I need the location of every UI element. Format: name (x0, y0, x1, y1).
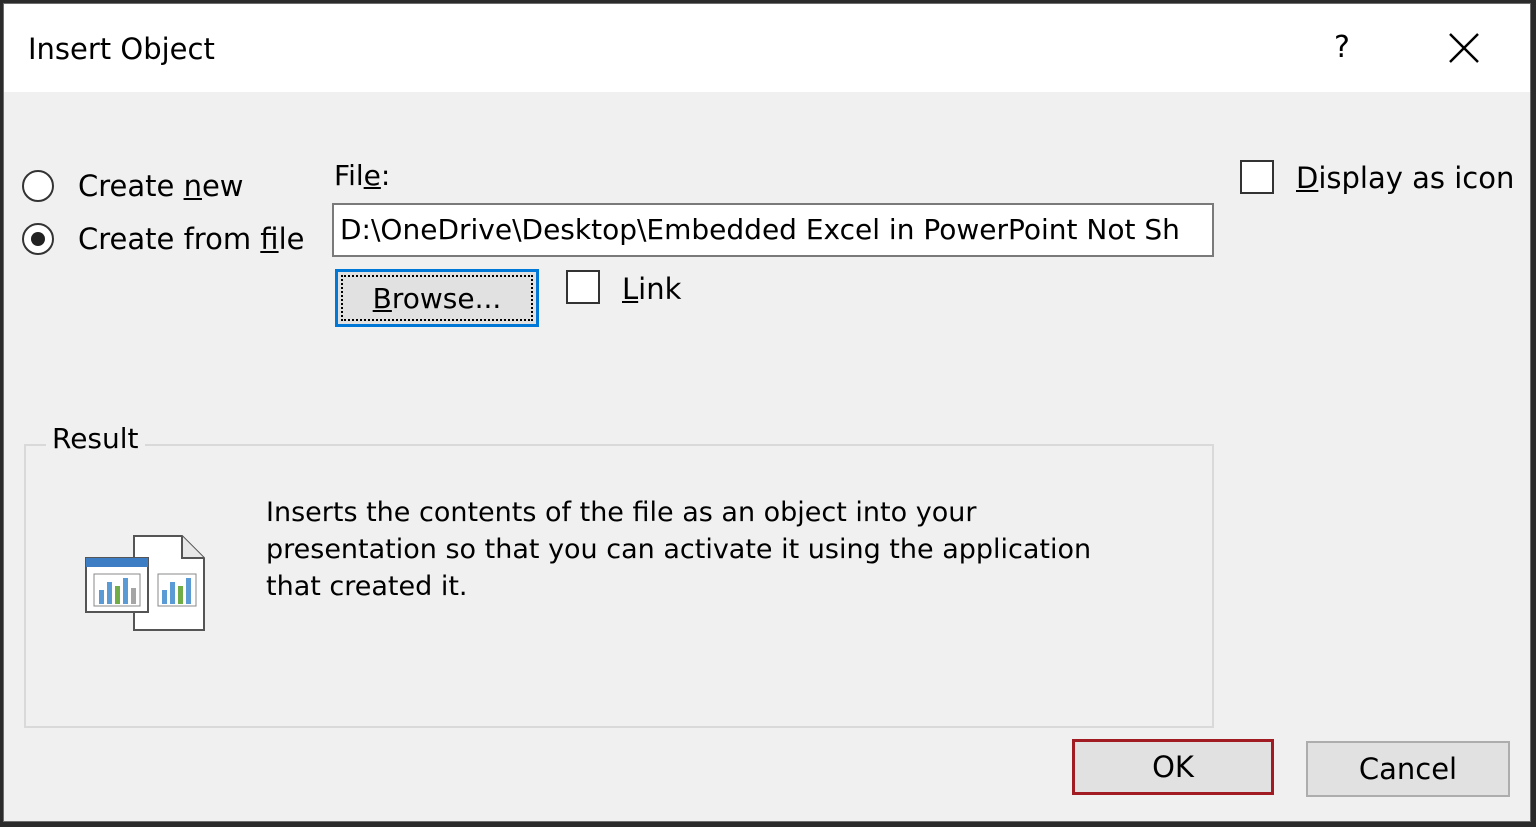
create-new-label: Create new (78, 169, 244, 203)
create-from-file-label: Create from file (78, 222, 305, 256)
create-new-radio-button[interactable] (22, 170, 54, 202)
browse-button-label: Browse... (341, 275, 533, 321)
browse-button[interactable]: Browse... (335, 269, 539, 327)
file-path-input[interactable]: D:\OneDrive\Desktop\Embedded Excel in Po… (332, 203, 1214, 257)
dialog-title: Insert Object (28, 32, 215, 66)
ok-button[interactable]: OK (1072, 739, 1274, 795)
link-label: Link (622, 272, 682, 306)
create-new-radio[interactable]: Create new (22, 166, 244, 206)
create-from-file-radio[interactable]: Create from file (22, 219, 304, 259)
link-checkbox[interactable] (566, 270, 600, 304)
display-as-icon-checkbox[interactable] (1240, 160, 1274, 194)
embedded-object-icon (84, 532, 208, 634)
display-as-icon-label: Display as icon (1296, 161, 1515, 195)
insert-object-dialog: Insert Object ? Create new Create from f… (3, 3, 1531, 822)
help-icon[interactable]: ? (1322, 28, 1362, 68)
result-group: Result Inserts the contents of the file … (24, 422, 1214, 728)
create-from-file-radio-button[interactable] (22, 223, 54, 255)
close-icon[interactable] (1442, 26, 1486, 70)
result-label: Result (46, 422, 145, 455)
result-description: Inserts the contents of the file as an o… (266, 497, 1092, 602)
file-label: File: (334, 159, 391, 192)
cancel-button[interactable]: Cancel (1306, 741, 1510, 797)
title-bar: Insert Object ? (4, 4, 1530, 92)
